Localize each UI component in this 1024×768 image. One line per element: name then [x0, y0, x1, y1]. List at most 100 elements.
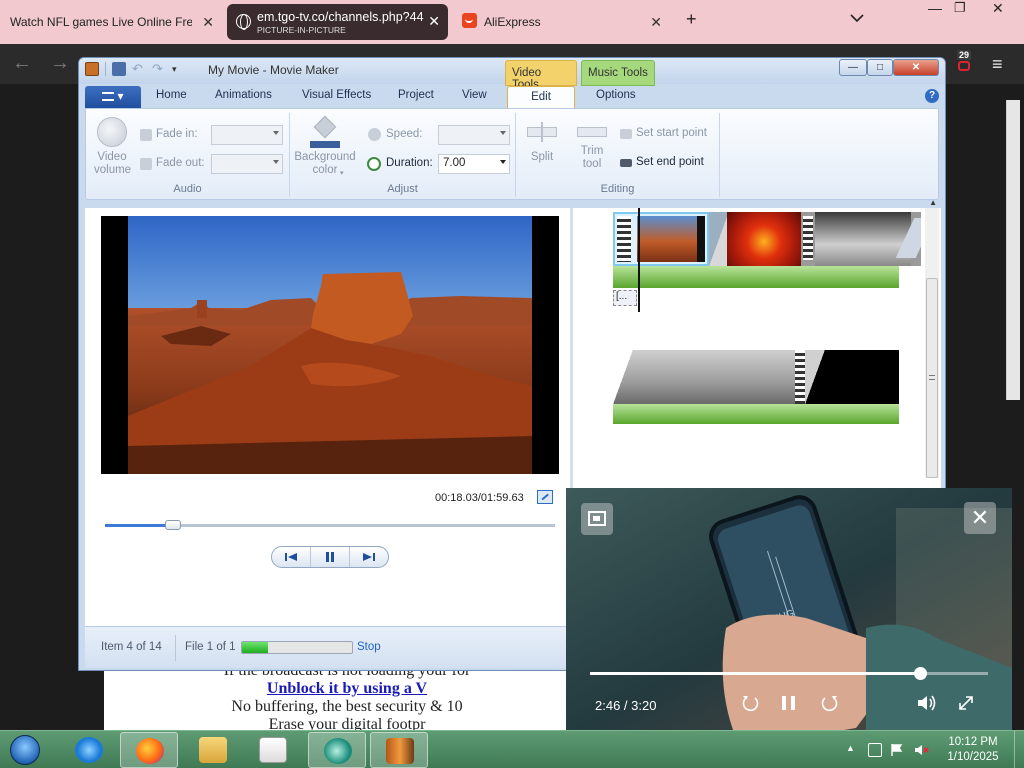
save-icon[interactable]: [112, 62, 126, 76]
audio-waveform[interactable]: [613, 404, 899, 424]
show-desktop-button[interactable]: [1014, 731, 1024, 768]
extension-badge[interactable]: 29: [956, 50, 974, 72]
tab-tgo-tv[interactable]: em.tgo-tv.co/channels.php?44 PICTURE-IN-…: [227, 4, 448, 40]
set-end-point-button[interactable]: Set end point: [636, 156, 704, 168]
context-tab-music-tools[interactable]: Music Tools: [581, 60, 655, 86]
tab-home[interactable]: Home: [156, 89, 187, 101]
aliexpress-icon: [462, 13, 477, 28]
video-volume-button[interactable]: Video volume: [94, 117, 131, 177]
speed-dropdown[interactable]: [438, 125, 510, 145]
clip-flower[interactable]: [709, 212, 801, 266]
close-pip-button[interactable]: ✕: [964, 502, 996, 534]
audio-waveform[interactable]: [613, 266, 899, 288]
browser-minimize-button[interactable]: —: [928, 0, 942, 16]
volume-button[interactable]: [916, 693, 938, 716]
background-color-button[interactable]: Background color ▾: [292, 115, 358, 177]
tab-edit[interactable]: Edit: [507, 86, 575, 109]
storyboard-scrollbar[interactable]: [925, 208, 939, 478]
taskbar-internet-explorer[interactable]: [60, 732, 118, 768]
browser-restore-button[interactable]: ❐: [954, 0, 966, 16]
close-tab-icon[interactable]: ✕: [428, 13, 440, 30]
picture-in-picture-window[interactable]: IHG ✕ 2:46 / 3:20: [566, 488, 1012, 738]
taskbar-media-player[interactable]: [244, 732, 302, 768]
clip-koala[interactable]: [613, 350, 795, 404]
tab-list-chevron-icon[interactable]: [850, 10, 864, 26]
scrollbar-thumb[interactable]: [926, 278, 938, 478]
fullscreen-preview-icon[interactable]: [537, 490, 553, 504]
chevron-down-icon: [500, 160, 506, 164]
windows-logo-icon: [10, 735, 40, 765]
folder-icon: [199, 737, 227, 763]
duration-dropdown[interactable]: 7.00: [438, 154, 510, 174]
close-tab-icon[interactable]: ✕: [202, 14, 214, 31]
context-tab-video-tools[interactable]: Video Tools: [505, 60, 577, 91]
file-menu-button[interactable]: ▾: [85, 86, 141, 108]
tab-title: em.tgo-tv.co/channels.php?44: [257, 9, 424, 24]
pip-seek-bar[interactable]: [590, 667, 988, 680]
clip-black[interactable]: [805, 350, 899, 404]
chevron-down-icon: [273, 160, 279, 164]
unblock-link[interactable]: Unblock it by using a V: [267, 680, 427, 697]
taskbar-firefox[interactable]: [120, 732, 178, 768]
seek-bar-thumb[interactable]: [164, 520, 181, 530]
storyboard-playhead[interactable]: [638, 208, 640, 312]
taskbar-media-center[interactable]: [308, 732, 366, 768]
fade-out-dropdown[interactable]: [211, 154, 283, 174]
tab-aliexpress[interactable]: AliExpress ✕: [452, 0, 670, 44]
tab-visual-effects[interactable]: Visual Effects: [302, 89, 371, 101]
previous-frame-button[interactable]: [272, 547, 311, 567]
tab-nfl-games[interactable]: Watch NFL games Live Online Free ✕: [0, 0, 222, 44]
window-title-bar[interactable]: ↶ ↷ ▾ My Movie - Movie Maker Video Tools…: [79, 58, 945, 91]
close-tab-icon[interactable]: ✕: [650, 14, 662, 31]
next-frame-button[interactable]: [350, 547, 388, 567]
scroll-up-icon[interactable]: ▲: [929, 198, 937, 207]
clip-penguins[interactable]: [801, 212, 921, 266]
fade-in-dropdown[interactable]: [211, 125, 283, 145]
stop-button[interactable]: Stop: [357, 641, 381, 653]
pip-pause-button[interactable]: [780, 693, 798, 716]
taskbar-movie-maker[interactable]: [370, 732, 428, 768]
tab-view[interactable]: View: [462, 89, 487, 101]
forward-arrow-icon[interactable]: →: [50, 52, 70, 75]
trim-tool-button[interactable]: Trim tool: [570, 119, 614, 171]
new-tab-button[interactable]: +: [686, 9, 697, 30]
customize-qat-icon[interactable]: ▾: [172, 62, 186, 76]
close-button[interactable]: ✕: [893, 59, 939, 76]
forward-10-button[interactable]: [820, 693, 840, 716]
clip-desert-selected[interactable]: [613, 212, 709, 266]
expand-button[interactable]: [957, 693, 975, 716]
tab-options[interactable]: Options: [596, 89, 636, 101]
tab-project[interactable]: Project: [398, 89, 434, 101]
minimize-button[interactable]: —: [839, 59, 867, 76]
video-preview[interactable]: [101, 216, 559, 474]
rewind-10-button[interactable]: [740, 693, 760, 716]
help-icon[interactable]: ?: [925, 89, 939, 103]
start-button[interactable]: [4, 732, 48, 768]
expand-icon: [959, 696, 973, 710]
redo-icon[interactable]: ↷: [152, 62, 166, 76]
preview-seek-bar[interactable]: [105, 520, 555, 530]
browser-menu-icon[interactable]: ≡: [992, 54, 1003, 75]
undo-icon[interactable]: ↶: [132, 62, 146, 76]
tab-animations[interactable]: Animations: [215, 89, 272, 101]
paint-bucket-icon: [310, 115, 340, 149]
network-icon[interactable]: [868, 743, 882, 757]
browser-close-button[interactable]: ✕: [992, 0, 1004, 17]
system-clock[interactable]: 10:12 PM 1/10/2025: [938, 735, 1008, 765]
back-to-tab-button[interactable]: [581, 503, 613, 535]
back-arrow-icon[interactable]: ←: [12, 52, 32, 75]
transition-marker: [805, 350, 825, 404]
taskbar-file-explorer[interactable]: [184, 732, 242, 768]
volume-muted-icon[interactable]: [914, 743, 929, 757]
show-hidden-icons-button[interactable]: ▲: [846, 743, 855, 753]
group-label-audio: Audio: [173, 183, 202, 195]
caption-chip[interactable]: [...: [613, 290, 637, 306]
maximize-button[interactable]: □: [867, 59, 893, 76]
page-scrollbar[interactable]: [1006, 100, 1020, 400]
split-button[interactable]: Split: [522, 119, 562, 163]
pause-button[interactable]: [311, 547, 350, 567]
set-start-point-button[interactable]: Set start point: [636, 127, 707, 139]
movie-maker-icon: [386, 738, 414, 764]
action-center-flag-icon[interactable]: [890, 743, 904, 757]
next-frame-icon: [363, 553, 375, 561]
